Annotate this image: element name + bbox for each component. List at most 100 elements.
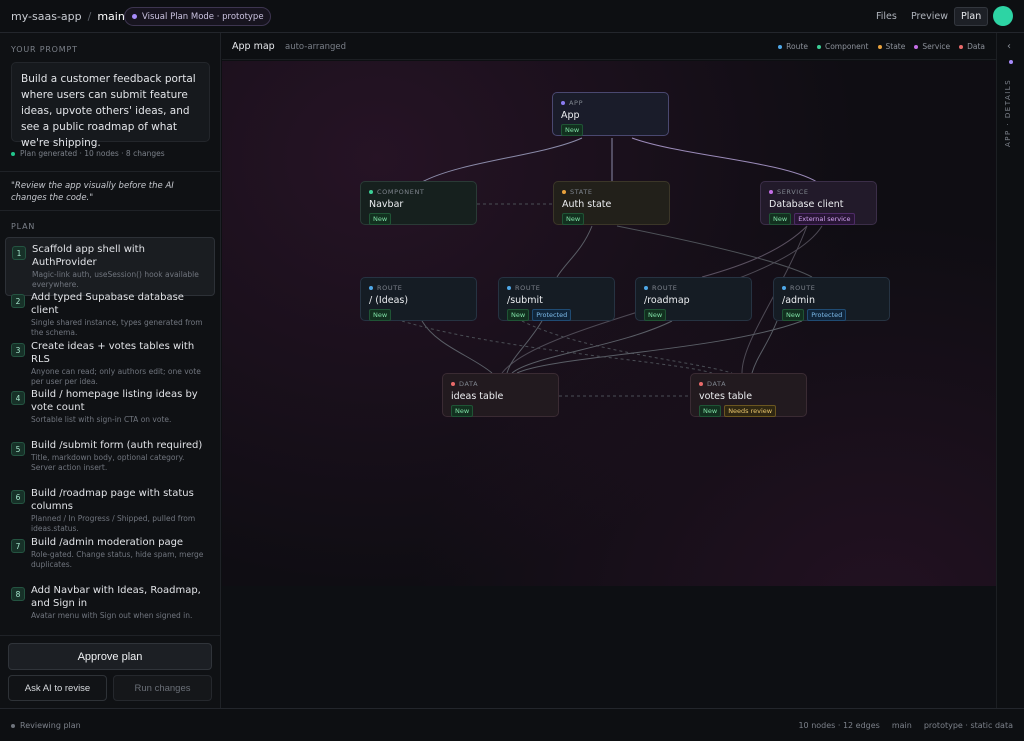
top-bar: my-saas-app / main Visual Plan Mode · pr… bbox=[0, 0, 1024, 33]
node-votes-table[interactable]: DATA votes table New Needs review bbox=[690, 373, 807, 417]
status-bar: Reviewing plan 10 nodes · 12 edges main … bbox=[0, 708, 1024, 741]
node-name: votes table bbox=[699, 391, 753, 402]
legend-component: Component bbox=[816, 42, 869, 51]
node-name: /admin bbox=[782, 295, 815, 306]
needs-review-badge: Needs review bbox=[724, 405, 777, 417]
status-branch: main bbox=[891, 721, 912, 730]
state-dot-icon bbox=[562, 190, 566, 194]
edge-roadmap-ideas bbox=[511, 320, 673, 374]
route-dot-icon bbox=[507, 286, 511, 290]
step-title: Add Navbar with Ideas, Roadmap, and Sign… bbox=[31, 585, 201, 609]
status-right: 10 nodes · 12 edges main prototype · sta… bbox=[798, 721, 1013, 730]
canvas-bottom-area bbox=[222, 586, 996, 708]
edge-app-db bbox=[631, 137, 818, 183]
status-mode: prototype · static data bbox=[923, 721, 1013, 730]
legend-data: Data bbox=[959, 42, 985, 51]
status-text: Reviewing plan bbox=[20, 721, 81, 730]
repo-name[interactable]: my-saas-app bbox=[11, 10, 82, 23]
ask-ai-revise-button[interactable]: Ask AI to revise bbox=[8, 675, 107, 701]
details-rail-label[interactable]: APP · DETAILS bbox=[1004, 77, 1018, 147]
app-dot-icon bbox=[561, 101, 565, 105]
protected-badge: Protected bbox=[532, 309, 572, 321]
data-dot-icon bbox=[959, 44, 964, 49]
step-title: Create ideas + votes tables with RLS bbox=[31, 341, 195, 365]
canvas-subtitle: auto-arranged bbox=[285, 42, 347, 52]
chevron-left-icon[interactable]: ‹ bbox=[1007, 41, 1011, 52]
files-tab[interactable]: Files bbox=[876, 7, 897, 26]
new-badge: New bbox=[369, 309, 392, 321]
success-dot-icon bbox=[11, 151, 15, 156]
new-badge: New bbox=[369, 213, 392, 225]
legend-state: State bbox=[877, 42, 905, 51]
node-kind: ROUTE bbox=[507, 284, 606, 292]
step-number: 7 bbox=[11, 539, 25, 553]
edge-submit-ideas bbox=[506, 320, 543, 374]
node-ideas-table[interactable]: DATA ideas table New bbox=[442, 373, 559, 417]
details-rail: ‹ APP · DETAILS bbox=[996, 33, 1024, 708]
step-number: 8 bbox=[11, 587, 25, 601]
node-app[interactable]: APP App New bbox=[552, 92, 669, 136]
app-map-canvas[interactable]: APP App New COMPONENT Navbar New STATE A… bbox=[222, 61, 996, 708]
node-roadmap-route[interactable]: ROUTE /roadmap New bbox=[635, 277, 752, 321]
node-database-client[interactable]: SERVICE Database client New External ser… bbox=[760, 181, 877, 225]
mode-badge: Visual Plan Mode · prototype bbox=[124, 7, 271, 26]
component-dot-icon bbox=[369, 190, 373, 194]
new-badge: New bbox=[699, 405, 722, 417]
avatar[interactable] bbox=[993, 6, 1013, 26]
run-changes-button[interactable]: Run changes bbox=[113, 675, 212, 701]
edge-ideasroute-votes bbox=[401, 320, 713, 374]
node-kind: COMPONENT bbox=[369, 188, 468, 196]
node-auth-state[interactable]: STATE Auth state New bbox=[553, 181, 670, 225]
step-number: 3 bbox=[11, 343, 25, 357]
node-kind: ROUTE bbox=[369, 284, 468, 292]
step-description: Avatar menu with Sign out when signed in… bbox=[31, 611, 193, 620]
plan-label: PLAN bbox=[11, 222, 36, 231]
route-dot-icon bbox=[782, 286, 786, 290]
step-title: Build / homepage listing ideas by vote c… bbox=[31, 389, 198, 413]
step-description: Title, markdown body, optional category.… bbox=[31, 453, 185, 472]
step-description: Sortable list with sign-in CTA on vote. bbox=[31, 415, 172, 424]
step-number: 5 bbox=[11, 442, 25, 456]
approve-plan-button[interactable]: Approve plan bbox=[8, 643, 212, 670]
legend-service: Service bbox=[914, 42, 950, 51]
node-name: Navbar bbox=[369, 199, 404, 210]
step-title: Build /admin moderation page bbox=[31, 537, 184, 548]
node-submit-route[interactable]: ROUTE /submit New Protected bbox=[498, 277, 615, 321]
step-number: 2 bbox=[11, 294, 25, 308]
new-badge: New bbox=[782, 309, 805, 321]
step-title: Scaffold app shell with AuthProvider bbox=[32, 244, 145, 268]
node-name: /roadmap bbox=[644, 295, 690, 306]
edge-admin-ideas bbox=[516, 320, 803, 374]
new-badge: New bbox=[451, 405, 474, 417]
plan-step[interactable]: 4 Build / homepage listing ideas by vote… bbox=[5, 383, 215, 430]
plan-actions: Approve plan Ask AI to revise Run change… bbox=[0, 635, 220, 708]
node-kind: STATE bbox=[562, 188, 661, 196]
new-badge: New bbox=[562, 213, 585, 225]
route-dot-icon bbox=[778, 44, 783, 49]
node-name: / (Ideas) bbox=[369, 295, 409, 306]
branch-name[interactable]: main bbox=[97, 10, 124, 23]
node-kind: DATA bbox=[451, 380, 550, 388]
preview-tab[interactable]: Preview bbox=[911, 7, 948, 26]
node-kind: ROUTE bbox=[644, 284, 743, 292]
plan-step[interactable]: 8 Add Navbar with Ideas, Roadmap, and Si… bbox=[5, 579, 215, 626]
plan-generated-text: Plan generated · 10 nodes · 8 changes bbox=[20, 149, 165, 158]
node-navbar[interactable]: COMPONENT Navbar New bbox=[360, 181, 477, 225]
edge-submit-votes bbox=[521, 320, 733, 374]
canvas-header: App map auto-arranged Route Component St… bbox=[222, 33, 996, 60]
node-kind: DATA bbox=[699, 380, 798, 388]
node-ideas-route[interactable]: ROUTE / (Ideas) New bbox=[360, 277, 477, 321]
edge-auth-submit bbox=[556, 225, 593, 278]
canvas-title: App map bbox=[232, 41, 275, 52]
status-dot-icon bbox=[11, 723, 15, 728]
status-counts: 10 nodes · 12 edges bbox=[798, 721, 880, 730]
mode-label: Visual Plan Mode · prototype bbox=[142, 11, 264, 22]
new-badge: New bbox=[644, 309, 667, 321]
plan-generated-status: Plan generated · 10 nodes · 8 changes bbox=[11, 149, 165, 158]
plan-step[interactable]: 5 Build /submit form (auth required) Tit… bbox=[5, 434, 215, 478]
rail-dot-icon bbox=[1009, 60, 1013, 64]
node-admin-route[interactable]: ROUTE /admin New Protected bbox=[773, 277, 890, 321]
step-number: 6 bbox=[11, 490, 25, 504]
plan-step[interactable]: 7 Build /admin moderation page Role-gate… bbox=[5, 531, 215, 575]
plan-tab[interactable]: Plan bbox=[954, 7, 989, 26]
